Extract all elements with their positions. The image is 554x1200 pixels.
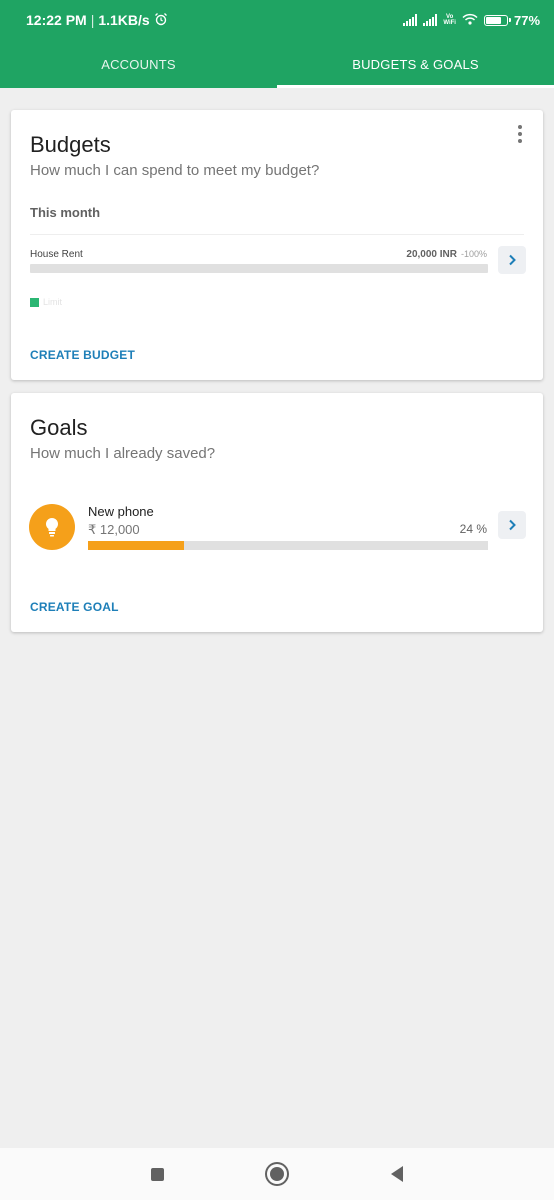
goals-card: Goals How much I already saved? New phon… [11,393,543,632]
vowifi-icon: Vo WiFi [443,14,456,26]
lightbulb-icon [45,517,59,537]
chevron-right-icon [509,254,516,266]
chevron-right-icon [509,519,516,531]
goal-name: New phone [88,504,154,519]
goal-progress-bar [88,541,488,550]
divider [30,234,524,235]
alarm-icon [154,12,168,29]
more-options-button[interactable] [511,122,529,146]
create-goal-button[interactable]: CREATE GOAL [30,600,119,614]
legend-swatch [30,298,39,307]
circle-icon [270,1167,284,1181]
battery-icon [483,14,511,26]
goal-icon-badge [29,504,75,550]
legend-label: Limit [43,297,63,307]
square-icon [150,1167,164,1181]
back-button[interactable] [377,1154,417,1194]
goal-detail-button[interactable] [498,511,526,539]
status-bar: 12:22 PM | 1.1KB/s Vo WiFi 77% [0,0,554,40]
goal-percent: 24 % [459,522,487,536]
goal-progress-fill [88,541,184,550]
wifi-icon [462,13,478,28]
goals-title: Goals [30,415,88,440]
status-separator: | [90,12,95,28]
budget-amount: 20,000 INR [406,249,457,260]
status-time: 12:22 PM [26,12,87,28]
budget-detail-button[interactable] [498,246,526,274]
status-right: Vo WiFi 77% [403,13,540,28]
more-vert-icon [518,125,522,129]
system-nav-bar [0,1148,554,1200]
budget-period: This month [30,205,101,220]
tab-accounts[interactable]: ACCOUNTS [0,40,277,88]
budget-name: House Rent [30,249,83,260]
budget-percent: -100% [460,249,487,259]
recents-button[interactable] [137,1154,177,1194]
goals-subtitle: How much I already saved? [30,445,216,462]
tab-budgets-goals[interactable]: BUDGETS & GOALS [277,40,554,88]
home-button[interactable] [257,1154,297,1194]
signal-icon-2 [423,14,438,26]
goal-amount: ₹ 12,000 [88,522,140,537]
status-left: 12:22 PM | 1.1KB/s [26,12,168,29]
budgets-subtitle: How much I can spend to meet my budget? [30,162,320,179]
back-triangle-icon [391,1166,403,1182]
budgets-card: Budgets How much I can spend to meet my … [11,110,543,380]
signal-icon [403,14,418,26]
create-budget-button[interactable]: CREATE BUDGET [30,348,135,362]
budget-progress-bar [30,264,488,273]
status-speed: 1.1KB/s [98,12,150,28]
tab-bar: ACCOUNTS BUDGETS & GOALS [0,40,554,88]
budgets-title: Budgets [30,132,111,157]
battery-percent: 77% [513,12,540,28]
